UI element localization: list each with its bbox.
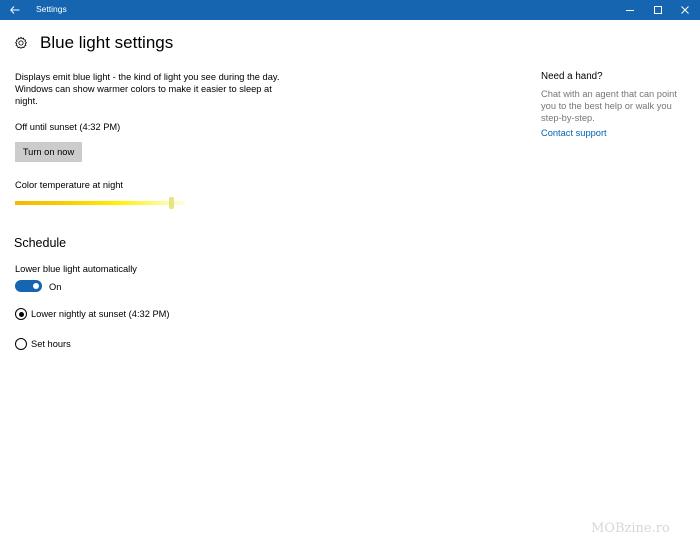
slider-thumb[interactable]	[168, 197, 174, 209]
radio-set-hours-label[interactable]: Set hours	[31, 339, 71, 349]
auto-schedule-toggle[interactable]	[15, 280, 42, 292]
color-temperature-slider[interactable]	[15, 197, 185, 209]
minimize-button[interactable]	[615, 0, 645, 20]
window-title: Settings	[36, 4, 67, 14]
radio-set-hours[interactable]	[15, 338, 28, 351]
minimize-icon	[626, 10, 634, 11]
page-header: Blue light settings	[14, 33, 173, 53]
maximize-icon	[654, 6, 662, 14]
radio-sunset[interactable]	[15, 308, 28, 321]
radio-ring	[15, 338, 27, 350]
toggle-state-label: On	[49, 282, 62, 292]
status-text: Off until sunset (4:32 PM)	[15, 122, 121, 132]
radio-selected-dot	[18, 311, 24, 317]
back-button[interactable]	[0, 0, 30, 20]
contact-support-link[interactable]: Contact support	[541, 128, 607, 138]
toggle-knob	[33, 283, 39, 289]
maximize-button[interactable]	[643, 0, 673, 20]
color-temperature-label: Color temperature at night	[15, 180, 124, 190]
help-description: Chat with an agent that can point you to…	[541, 89, 677, 123]
watermark: MOBzine.ro	[591, 521, 670, 536]
page-title: Blue light settings	[40, 33, 174, 52]
title-bar: Settings	[0, 0, 700, 20]
turn-on-now-button[interactable]: Turn on now	[15, 142, 82, 162]
slider-track	[15, 201, 185, 205]
gear-icon	[14, 36, 28, 50]
radio-sunset-label[interactable]: Lower nightly at sunset (4:32 PM)	[31, 309, 170, 319]
description-text: Displays emit blue light - the kind of l…	[15, 72, 280, 106]
auto-schedule-label: Lower blue light automatically	[15, 264, 137, 274]
back-arrow-icon	[10, 6, 20, 14]
close-button[interactable]	[670, 0, 700, 20]
close-icon	[681, 6, 689, 14]
schedule-heading: Schedule	[14, 236, 67, 250]
help-heading: Need a hand?	[541, 71, 603, 82]
